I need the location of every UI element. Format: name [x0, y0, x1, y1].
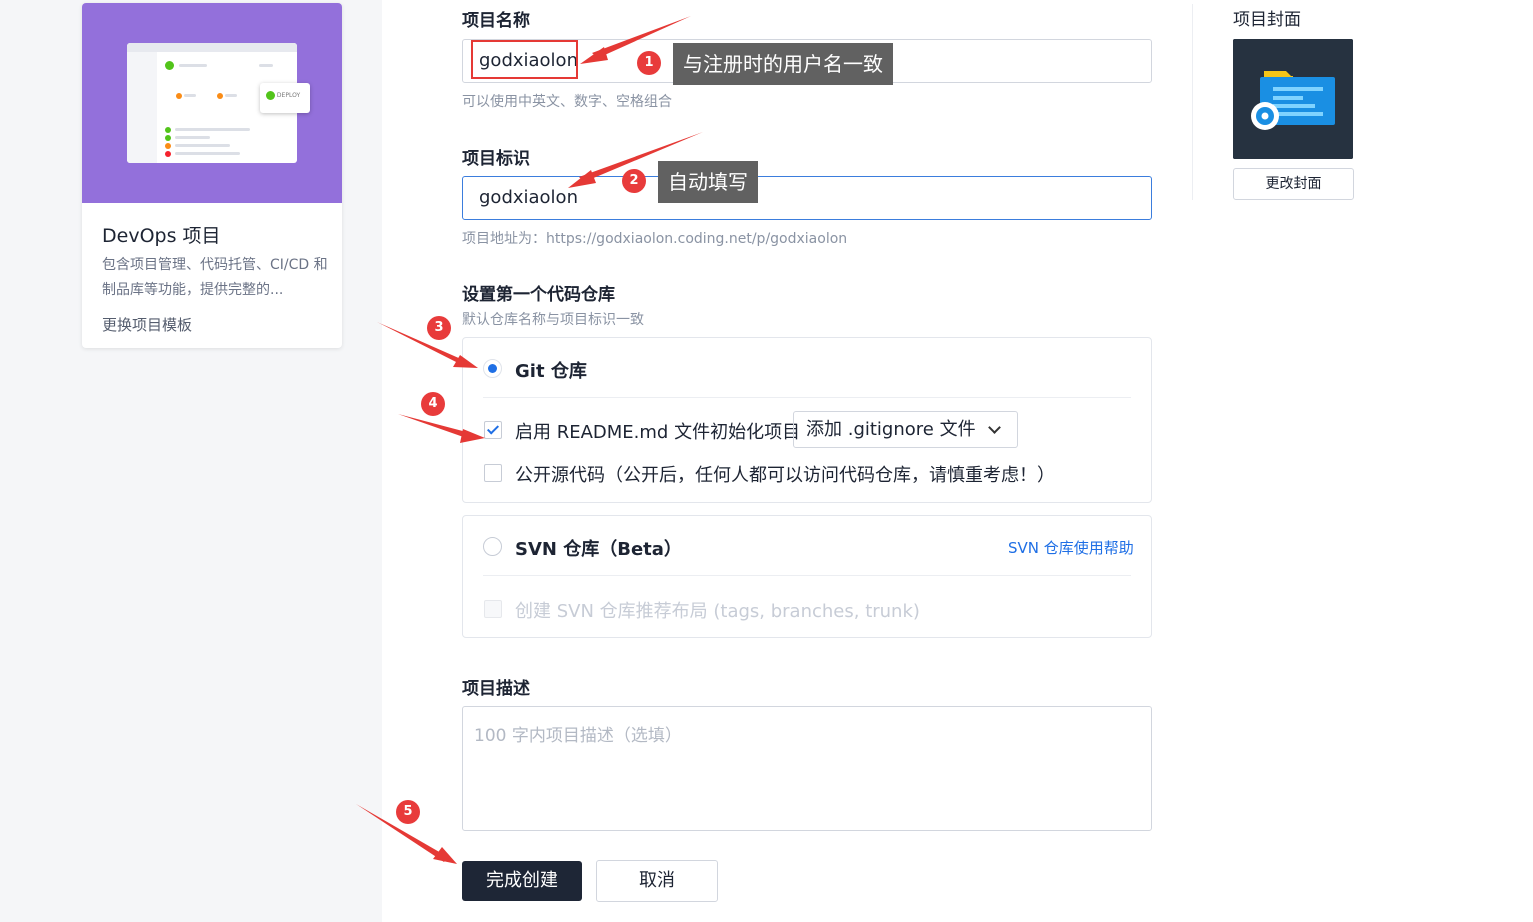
svn-layout-checkbox	[484, 600, 502, 618]
public-source-label: 公开源代码（公开后，任何人都可以访问代码仓库，请慎重考虑！）	[515, 465, 1055, 486]
svn-repo-option[interactable]: SVN 仓库（Beta） SVN 仓库使用帮助 创建 SVN 仓库推荐布局 (t…	[462, 515, 1152, 638]
annotation-badge-5: 5	[396, 800, 420, 824]
project-id-input[interactable]: godxiaolon	[462, 176, 1152, 220]
annotation-tip-1: 与注册时的用户名一致	[673, 43, 893, 85]
folder-gear-icon	[1233, 39, 1353, 159]
project-name-label: 项目名称	[462, 11, 530, 31]
template-title: DevOps 项目	[102, 225, 221, 247]
project-id-label: 项目标识	[462, 149, 530, 169]
check-icon	[486, 422, 500, 435]
annotation-badge-1: 1	[637, 51, 661, 75]
description-label: 项目描述	[462, 679, 530, 699]
chevron-down-icon	[988, 421, 1001, 434]
divider	[483, 397, 1131, 398]
template-card[interactable]: DEPLOY DevOps 项目 包含项目管理、代码托管、CI/CD 和制品库等…	[82, 3, 342, 348]
project-url-hint: 项目地址为：https://godxiaolon.coding.net/p/go…	[462, 231, 848, 247]
deploy-badge-illustration: DEPLOY	[260, 83, 310, 113]
project-name-hint: 可以使用中英文、数字、空格组合	[462, 94, 672, 110]
git-repo-title: Git 仓库	[515, 361, 587, 382]
svn-radio[interactable]	[483, 537, 502, 556]
template-preview: DEPLOY	[82, 3, 342, 203]
readme-checkbox[interactable]	[484, 421, 502, 439]
description-textarea[interactable]: 100 字内项目描述（选填）	[462, 706, 1152, 831]
git-repo-option[interactable]: Git 仓库 启用 README.md 文件初始化项目 添加 .gitignor…	[462, 337, 1152, 503]
readme-label: 启用 README.md 文件初始化项目	[515, 422, 801, 443]
project-cover-image	[1233, 39, 1353, 159]
change-cover-button[interactable]: 更改封面	[1233, 168, 1354, 200]
divider	[483, 575, 1131, 576]
gitignore-select[interactable]: 添加 .gitignore 文件	[793, 411, 1018, 448]
cover-label: 项目封面	[1233, 10, 1301, 30]
svn-layout-label: 创建 SVN 仓库推荐布局 (tags, branches, trunk)	[515, 601, 920, 622]
divider	[1192, 4, 1193, 200]
change-template-link[interactable]: 更换项目模板	[102, 314, 192, 335]
repo-section-label: 设置第一个代码仓库	[462, 285, 615, 305]
annotation-badge-3: 3	[427, 316, 451, 340]
svn-help-link[interactable]: SVN 仓库使用帮助	[1008, 537, 1134, 558]
public-source-checkbox[interactable]	[484, 464, 502, 482]
cancel-button[interactable]: 取消	[596, 860, 718, 902]
highlight-box	[471, 40, 578, 79]
template-description: 包含项目管理、代码托管、CI/CD 和制品库等功能，提供完整的...	[102, 257, 328, 298]
annotation-badge-4: 4	[421, 392, 445, 416]
svn-repo-title: SVN 仓库（Beta）	[515, 539, 682, 560]
annotation-badge-2: 2	[622, 169, 646, 193]
gitignore-select-value: 添加 .gitignore 文件	[806, 419, 976, 440]
repo-section-hint: 默认仓库名称与项目标识一致	[462, 312, 644, 328]
create-button[interactable]: 完成创建	[462, 861, 582, 901]
git-radio[interactable]	[483, 359, 502, 378]
annotation-tip-2: 自动填写	[658, 161, 758, 203]
